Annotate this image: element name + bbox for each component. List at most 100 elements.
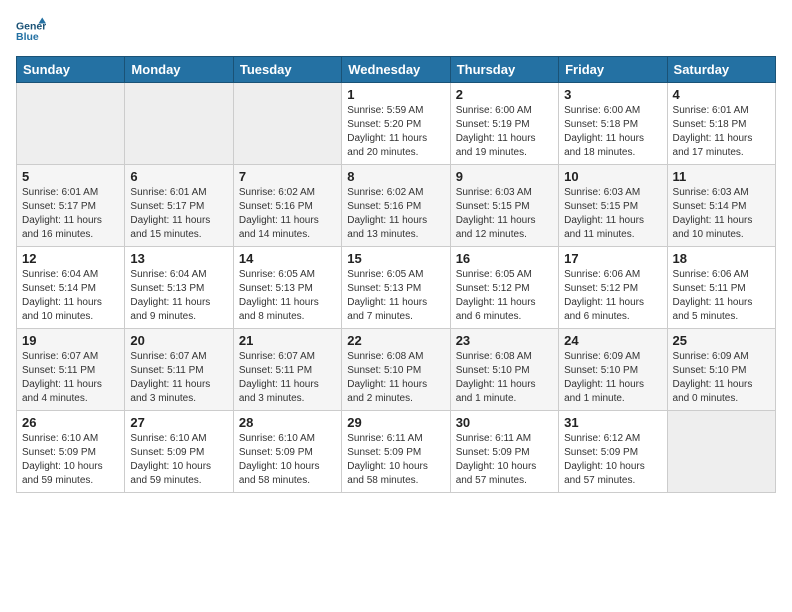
day-info: Sunrise: 6:07 AMSunset: 5:11 PMDaylight:…	[239, 350, 336, 406]
calendar-cell: 8 Sunrise: 6:02 AMSunset: 5:16 PMDaylight…	[342, 165, 450, 247]
day-number: 14	[239, 251, 336, 266]
calendar-cell: 10 Sunrise: 6:03 AMSunset: 5:15 PMDayligh…	[559, 165, 667, 247]
calendar-cell: 30 Sunrise: 6:11 AMSunset: 5:09 PMDayligh…	[450, 411, 558, 493]
calendar-week-row: 5 Sunrise: 6:01 AMSunset: 5:17 PMDaylight…	[17, 165, 776, 247]
calendar-cell: 27Sunrise: 6:10 AMSunset: 5:09 PMDayligh…	[125, 411, 233, 493]
calendar-cell	[17, 83, 125, 165]
calendar-cell: 5Sunrise: 6:01 AMSunset: 5:17 PMDaylight…	[17, 165, 125, 247]
day-number: 12	[22, 251, 119, 266]
calendar-cell: 22Sunrise: 6:08 AMSunset: 5:10 PMDayligh…	[342, 329, 450, 411]
calendar-week-row: 19 Sunrise: 6:07 AMSunset: 5:11 PMDayligh…	[17, 329, 776, 411]
day-number: 18	[673, 251, 770, 266]
day-info: Sunrise: 6:05 AMSunset: 5:12 PMDaylight:…	[456, 268, 553, 324]
day-number: 21	[239, 333, 336, 348]
day-info: Sunrise: 6:03 AMSunset: 5:14 PMDaylight:…	[673, 186, 770, 242]
calendar-cell: 17 Sunrise: 6:06 AMSunset: 5:12 PMDayligh…	[559, 247, 667, 329]
weekday-monday: Monday	[125, 57, 233, 83]
calendar-cell: 7 Sunrise: 6:02 AMSunset: 5:16 PMDaylight…	[233, 165, 341, 247]
day-info: Sunrise: 6:08 AMSunset: 5:10 PMDaylight:…	[456, 350, 553, 406]
day-info: Sunrise: 6:05 AMSunset: 5:13 PMDaylight:…	[347, 268, 444, 324]
calendar-cell: 19 Sunrise: 6:07 AMSunset: 5:11 PMDayligh…	[17, 329, 125, 411]
calendar-cell	[667, 411, 775, 493]
day-number: 26	[22, 415, 119, 430]
day-info: Sunrise: 6:11 AMSunset: 5:09 PMDaylight:…	[347, 432, 444, 488]
day-number: 17	[564, 251, 661, 266]
weekday-thursday: Thursday	[450, 57, 558, 83]
calendar-cell: 28Sunrise: 6:10 AMSunset: 5:09 PMDayligh…	[233, 411, 341, 493]
calendar-week-row: 1Sunrise: 5:59 AMSunset: 5:20 PMDaylight…	[17, 83, 776, 165]
calendar-cell: 9 Sunrise: 6:03 AMSunset: 5:15 PMDaylight…	[450, 165, 558, 247]
calendar-cell: 26 Sunrise: 6:10 AMSunset: 5:09 PMDayligh…	[17, 411, 125, 493]
day-number: 8	[347, 169, 444, 184]
weekday-tuesday: Tuesday	[233, 57, 341, 83]
calendar-cell: 20 Sunrise: 6:07 AMSunset: 5:11 PMDayligh…	[125, 329, 233, 411]
calendar-cell: 3Sunrise: 6:00 AMSunset: 5:18 PMDaylight…	[559, 83, 667, 165]
day-info: Sunrise: 6:12 AMSunset: 5:09 PMDaylight:…	[564, 432, 661, 488]
day-info: Sunrise: 6:07 AMSunset: 5:11 PMDaylight:…	[22, 350, 119, 406]
calendar-cell: 18 Sunrise: 6:06 AMSunset: 5:11 PMDayligh…	[667, 247, 775, 329]
day-info: Sunrise: 6:04 AMSunset: 5:13 PMDaylight:…	[130, 268, 227, 324]
calendar-cell	[233, 83, 341, 165]
day-info: Sunrise: 6:07 AMSunset: 5:11 PMDaylight:…	[130, 350, 227, 406]
calendar-cell	[125, 83, 233, 165]
calendar-cell: 25 Sunrise: 6:09 AMSunset: 5:10 PMDayligh…	[667, 329, 775, 411]
page: General Blue SundayMondayTuesdayWednesda…	[0, 0, 792, 612]
day-info: Sunrise: 6:02 AMSunset: 5:16 PMDaylight:…	[239, 186, 336, 242]
day-info: Sunrise: 6:06 AMSunset: 5:12 PMDaylight:…	[564, 268, 661, 324]
day-info: Sunrise: 6:00 AMSunset: 5:18 PMDaylight:…	[564, 104, 661, 160]
day-number: 11	[673, 169, 770, 184]
calendar-cell: 31 Sunrise: 6:12 AMSunset: 5:09 PMDayligh…	[559, 411, 667, 493]
svg-text:Blue: Blue	[16, 31, 39, 43]
weekday-friday: Friday	[559, 57, 667, 83]
calendar-cell: 21 Sunrise: 6:07 AMSunset: 5:11 PMDayligh…	[233, 329, 341, 411]
day-number: 10	[564, 169, 661, 184]
day-number: 7	[239, 169, 336, 184]
day-number: 1	[347, 87, 444, 102]
calendar-cell: 11 Sunrise: 6:03 AMSunset: 5:14 PMDayligh…	[667, 165, 775, 247]
header: General Blue	[16, 16, 776, 46]
calendar-cell: 24 Sunrise: 6:09 AMSunset: 5:10 PMDayligh…	[559, 329, 667, 411]
calendar-cell: 1Sunrise: 5:59 AMSunset: 5:20 PMDaylight…	[342, 83, 450, 165]
calendar-cell: 14 Sunrise: 6:05 AMSunset: 5:13 PMDayligh…	[233, 247, 341, 329]
day-info: Sunrise: 6:06 AMSunset: 5:11 PMDaylight:…	[673, 268, 770, 324]
day-number: 24	[564, 333, 661, 348]
day-number: 9	[456, 169, 553, 184]
calendar-cell: 13Sunrise: 6:04 AMSunset: 5:13 PMDayligh…	[125, 247, 233, 329]
day-info: Sunrise: 6:00 AMSunset: 5:19 PMDaylight:…	[456, 104, 553, 160]
calendar-week-row: 26 Sunrise: 6:10 AMSunset: 5:09 PMDayligh…	[17, 411, 776, 493]
day-number: 5	[22, 169, 119, 184]
day-info: Sunrise: 6:05 AMSunset: 5:13 PMDaylight:…	[239, 268, 336, 324]
day-number: 19	[22, 333, 119, 348]
day-number: 30	[456, 415, 553, 430]
day-info: Sunrise: 6:09 AMSunset: 5:10 PMDaylight:…	[564, 350, 661, 406]
day-info: Sunrise: 6:01 AMSunset: 5:18 PMDaylight:…	[673, 104, 770, 160]
logo: General Blue	[16, 16, 48, 46]
day-info: Sunrise: 6:01 AMSunset: 5:17 PMDaylight:…	[130, 186, 227, 242]
day-info: Sunrise: 6:10 AMSunset: 5:09 PMDaylight:…	[239, 432, 336, 488]
weekday-wednesday: Wednesday	[342, 57, 450, 83]
day-info: Sunrise: 6:02 AMSunset: 5:16 PMDaylight:…	[347, 186, 444, 242]
calendar-cell: 2 Sunrise: 6:00 AMSunset: 5:19 PMDaylight…	[450, 83, 558, 165]
weekday-header-row: SundayMondayTuesdayWednesdayThursdayFrid…	[17, 57, 776, 83]
day-info: Sunrise: 6:04 AMSunset: 5:14 PMDaylight:…	[22, 268, 119, 324]
day-info: Sunrise: 6:03 AMSunset: 5:15 PMDaylight:…	[564, 186, 661, 242]
calendar-week-row: 12 Sunrise: 6:04 AMSunset: 5:14 PMDayligh…	[17, 247, 776, 329]
day-info: Sunrise: 6:11 AMSunset: 5:09 PMDaylight:…	[456, 432, 553, 488]
day-info: Sunrise: 6:10 AMSunset: 5:09 PMDaylight:…	[22, 432, 119, 488]
day-number: 29	[347, 415, 444, 430]
day-number: 2	[456, 87, 553, 102]
calendar-cell: 16 Sunrise: 6:05 AMSunset: 5:12 PMDayligh…	[450, 247, 558, 329]
day-info: Sunrise: 6:09 AMSunset: 5:10 PMDaylight:…	[673, 350, 770, 406]
day-number: 31	[564, 415, 661, 430]
day-number: 25	[673, 333, 770, 348]
day-number: 20	[130, 333, 227, 348]
day-number: 27	[130, 415, 227, 430]
day-number: 15	[347, 251, 444, 266]
logo-icon: General Blue	[16, 16, 46, 46]
day-info: Sunrise: 6:03 AMSunset: 5:15 PMDaylight:…	[456, 186, 553, 242]
calendar-cell: 23Sunrise: 6:08 AMSunset: 5:10 PMDayligh…	[450, 329, 558, 411]
calendar-cell: 12 Sunrise: 6:04 AMSunset: 5:14 PMDayligh…	[17, 247, 125, 329]
calendar-cell: 4Sunrise: 6:01 AMSunset: 5:18 PMDaylight…	[667, 83, 775, 165]
calendar-cell: 29 Sunrise: 6:11 AMSunset: 5:09 PMDayligh…	[342, 411, 450, 493]
day-number: 16	[456, 251, 553, 266]
